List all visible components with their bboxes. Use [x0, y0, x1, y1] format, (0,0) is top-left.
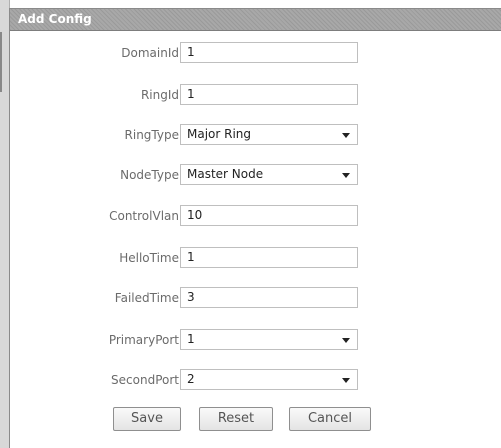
chevron-down-icon — [342, 338, 350, 343]
primaryport-selected-value: 1 — [187, 332, 195, 346]
form-row-failedtime: FailedTime 3 — [10, 287, 501, 309]
nodetype-label: NodeType — [120, 168, 179, 182]
form-row-controlvlan: ControlVlan 10 — [10, 205, 501, 227]
ringid-input[interactable]: 1 — [180, 84, 358, 105]
ringtype-selected-value: Major Ring — [187, 127, 252, 141]
form-row-primaryport: PrimaryPort 1 — [10, 329, 501, 351]
add-config-dialog: Add Config DomainId 1 RingId 1 RingType … — [9, 8, 501, 448]
form-row-nodetype: NodeType Master Node — [10, 164, 501, 186]
chevron-down-icon — [342, 173, 350, 178]
dialog-titlebar[interactable]: Add Config — [10, 9, 501, 31]
primaryport-label: PrimaryPort — [108, 333, 179, 347]
form-row-hellotime: HelloTime 1 — [10, 247, 501, 269]
failedtime-input[interactable]: 3 — [180, 287, 358, 308]
ringid-label: RingId — [140, 88, 179, 102]
ringtype-label: RingType — [124, 128, 179, 142]
controlvlan-input[interactable]: 10 — [180, 205, 358, 226]
secondport-select[interactable]: 2 — [180, 369, 358, 390]
cancel-button[interactable]: Cancel — [289, 407, 371, 431]
reset-button[interactable]: Reset — [199, 407, 273, 431]
ringtype-select[interactable]: Major Ring — [180, 124, 358, 145]
hellotime-input[interactable]: 1 — [180, 247, 358, 268]
button-bar: Save Reset Cancel — [10, 407, 501, 431]
primaryport-select[interactable]: 1 — [180, 329, 358, 350]
form-row-domainid: DomainId 1 — [10, 42, 501, 64]
secondport-label: SecondPort — [111, 373, 179, 387]
form-row-ringtype: RingType Major Ring — [10, 124, 501, 146]
chevron-down-icon — [342, 133, 350, 138]
save-button[interactable]: Save — [113, 407, 181, 431]
form-row-ringid: RingId 1 — [10, 84, 501, 106]
nodetype-select[interactable]: Master Node — [180, 164, 358, 185]
form-row-secondport: SecondPort 2 — [10, 369, 501, 391]
domainid-input[interactable]: 1 — [180, 42, 358, 63]
controlvlan-label: ControlVlan — [109, 209, 179, 223]
dialog-title: Add Config — [18, 12, 92, 26]
nodetype-selected-value: Master Node — [187, 167, 264, 181]
secondport-selected-value: 2 — [187, 372, 195, 386]
failedtime-label: FailedTime — [114, 291, 179, 305]
chevron-down-icon — [342, 378, 350, 383]
hellotime-label: HelloTime — [119, 251, 179, 265]
domainid-label: DomainId — [121, 46, 179, 60]
